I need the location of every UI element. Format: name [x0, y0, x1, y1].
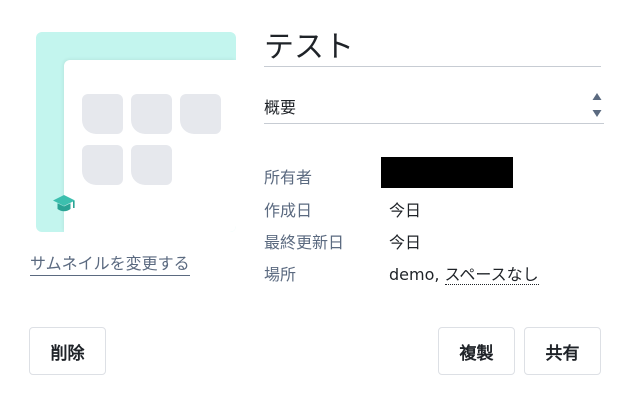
- share-button[interactable]: 共有: [524, 327, 601, 375]
- owner-label: 所有者: [264, 168, 313, 187]
- delete-button[interactable]: 削除: [29, 327, 106, 375]
- owner-value-redacted: [381, 157, 513, 188]
- change-thumbnail-link[interactable]: サムネイルを変更する: [30, 250, 190, 276]
- created-value: 今日: [389, 201, 422, 220]
- thumbnail-sheet: [64, 60, 236, 232]
- description-select-value: 概要: [264, 98, 297, 117]
- location-value: demo, スペースなし: [389, 261, 539, 285]
- graduation-cap-icon: [53, 195, 75, 212]
- updated-value: 今日: [389, 233, 422, 252]
- thumbnail-tile: [180, 94, 221, 134]
- duplicate-button[interactable]: 複製: [438, 327, 515, 375]
- select-arrows-icon: [592, 93, 602, 117]
- thumbnail-preview: [36, 32, 236, 232]
- created-label: 作成日: [264, 201, 313, 220]
- thumbnail-tile: [131, 145, 172, 185]
- location-label: 場所: [264, 265, 297, 284]
- location-space-link[interactable]: スペースなし: [444, 265, 539, 285]
- updated-label: 最終更新日: [264, 233, 345, 252]
- thumbnail-tile: [82, 94, 123, 134]
- location-workspace: demo,: [389, 265, 445, 284]
- thumbnail-tile: [82, 145, 123, 185]
- name-input[interactable]: [264, 22, 601, 67]
- description-select[interactable]: 概要: [264, 88, 604, 124]
- thumbnail-tile: [131, 94, 172, 134]
